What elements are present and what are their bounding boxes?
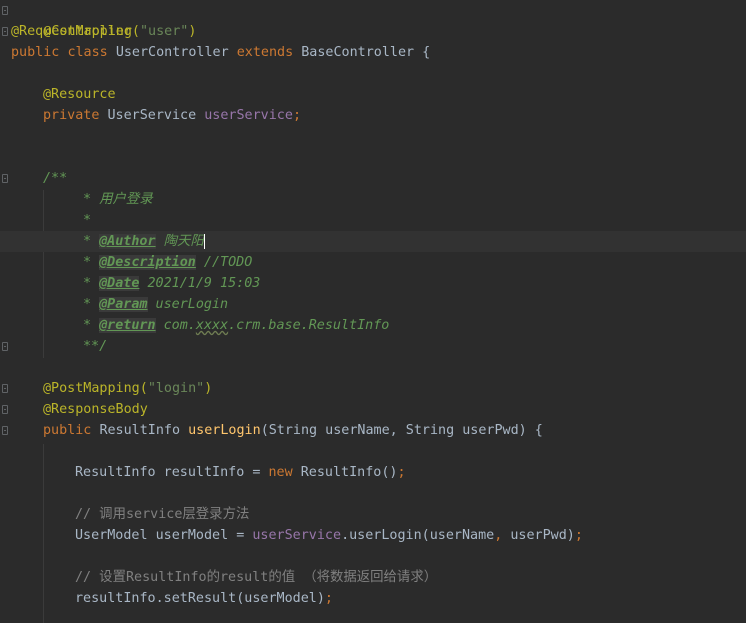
doc-comment: * 用户登录 bbox=[83, 192, 153, 207]
annotation: @ResponseBody bbox=[43, 402, 148, 417]
doc-comment: * bbox=[83, 297, 100, 312]
semicolon: ; bbox=[574, 528, 583, 543]
class-name: UserController bbox=[115, 45, 237, 60]
annotation: ) bbox=[188, 24, 197, 39]
code-line[interactable]: * @Param userLogin bbox=[83, 294, 228, 315]
type-name: UserService bbox=[107, 108, 205, 123]
line-comment: // 调用service层登录方法 bbox=[75, 507, 250, 522]
statement: UserModel userModel = bbox=[75, 528, 253, 543]
indent-guide bbox=[43, 190, 44, 358]
code-line[interactable]: * @return com.xxxx.crm.base.ResultInfo bbox=[83, 315, 389, 336]
code-line[interactable]: public class UserController extends Base… bbox=[11, 42, 430, 63]
doc-comment: userLogin bbox=[147, 297, 229, 312]
keyword: class bbox=[67, 45, 116, 60]
doc-comment: 陶天阳 bbox=[155, 234, 204, 249]
fold-marker-icon[interactable] bbox=[2, 426, 8, 435]
current-code-line[interactable]: * @Author 陶天阳 bbox=[0, 231, 746, 252]
fold-marker-icon[interactable] bbox=[2, 384, 8, 393]
code-line[interactable]: * @Description //TODO bbox=[83, 252, 252, 273]
code-line[interactable]: /** bbox=[43, 168, 67, 189]
doc-tag: @Description bbox=[99, 255, 196, 270]
doc-tag: @return bbox=[99, 318, 156, 333]
code-line[interactable]: ResultInfo resultInfo = new ResultInfo()… bbox=[75, 462, 406, 483]
code-line[interactable]: @RequestMapping("user") bbox=[11, 21, 196, 42]
doc-comment: .crm.base.ResultInfo bbox=[228, 318, 390, 333]
doc-comment: com. bbox=[155, 318, 196, 333]
annotation: @Resource bbox=[43, 87, 116, 102]
string-literal: "login" bbox=[147, 381, 205, 396]
doc-comment: * bbox=[83, 318, 100, 333]
doc-comment: * bbox=[83, 255, 100, 270]
code-line[interactable]: // 调用service层登录方法 bbox=[75, 504, 249, 525]
line-comment: // 设置ResultInfo的result的值 （将数据返回给请求） bbox=[75, 570, 438, 585]
code-line[interactable]: * @Date 2021/1/9 15:03 bbox=[83, 273, 260, 294]
class-name: BaseController { bbox=[301, 45, 431, 60]
doc-comment: //TODO bbox=[195, 255, 253, 270]
code-line[interactable]: @Controller bbox=[11, 0, 132, 39]
fold-marker-icon[interactable] bbox=[2, 405, 8, 414]
doc-comment: * bbox=[83, 276, 100, 291]
code-line[interactable]: resultInfo.setResult(userModel); bbox=[75, 588, 333, 609]
keyword: new bbox=[268, 465, 301, 480]
statement: ResultInfo resultInfo = bbox=[75, 465, 269, 480]
code-line[interactable]: **/ bbox=[83, 336, 107, 357]
typo-word: xxxx bbox=[195, 318, 229, 333]
code-line[interactable]: @ResponseBody bbox=[43, 399, 148, 420]
fold-marker-icon[interactable] bbox=[2, 174, 8, 183]
keyword: extends bbox=[236, 45, 302, 60]
method-call: resultInfo.setResult(userModel) bbox=[75, 591, 325, 606]
semicolon: ; bbox=[292, 108, 301, 123]
keyword: private bbox=[43, 108, 108, 123]
type-name: ResultInfo bbox=[99, 423, 189, 438]
field-name: userService bbox=[204, 108, 293, 123]
method-name: userLogin bbox=[188, 423, 261, 438]
argument: userPwd) bbox=[510, 528, 575, 543]
semicolon: ; bbox=[397, 465, 406, 480]
text-caret bbox=[203, 233, 205, 249]
fold-marker-icon[interactable] bbox=[2, 342, 8, 351]
fold-marker-icon[interactable] bbox=[2, 27, 8, 36]
code-line[interactable]: // 设置ResultInfo的result的值 （将数据返回给请求） bbox=[75, 567, 437, 588]
field-name: userService bbox=[252, 528, 342, 543]
doc-comment: /** bbox=[43, 171, 68, 186]
semicolon: ; bbox=[324, 591, 333, 606]
annotation: @PostMapping( bbox=[43, 381, 148, 396]
code-line[interactable]: @PostMapping("login") bbox=[43, 378, 212, 399]
keyword: public bbox=[43, 423, 100, 438]
code-line[interactable]: * 用户登录 bbox=[83, 189, 153, 210]
comma: , bbox=[494, 528, 511, 543]
code-editor[interactable]: @Controller @RequestMapping("user") publ… bbox=[0, 0, 746, 623]
method-call: .userLogin(userName bbox=[341, 528, 495, 543]
code-line[interactable]: UserModel userModel = userService.userLo… bbox=[75, 525, 583, 546]
parameter-list: (String userName, String userPwd) { bbox=[260, 423, 543, 438]
string-literal: "user" bbox=[140, 24, 189, 39]
doc-tag: @Author bbox=[99, 234, 156, 249]
doc-tag: @Date bbox=[99, 276, 140, 291]
doc-tag: @Param bbox=[99, 297, 148, 312]
code-line[interactable]: * bbox=[83, 210, 91, 231]
constructor-call: ResultInfo() bbox=[300, 465, 398, 480]
annotation: ) bbox=[204, 381, 213, 396]
doc-comment: 2021/1/9 15:03 bbox=[139, 276, 261, 291]
code-line[interactable]: @Resource bbox=[43, 84, 116, 105]
indent-guide bbox=[43, 444, 44, 623]
doc-comment: * bbox=[83, 234, 100, 249]
code-line[interactable]: private UserService userService; bbox=[43, 105, 301, 126]
fold-marker-icon[interactable] bbox=[2, 6, 8, 15]
doc-comment: **/ bbox=[83, 339, 108, 354]
annotation: @RequestMapping( bbox=[11, 24, 140, 39]
keyword: public bbox=[11, 45, 68, 60]
doc-comment: * bbox=[83, 213, 92, 228]
code-line[interactable]: public ResultInfo userLogin(String userN… bbox=[43, 420, 543, 441]
